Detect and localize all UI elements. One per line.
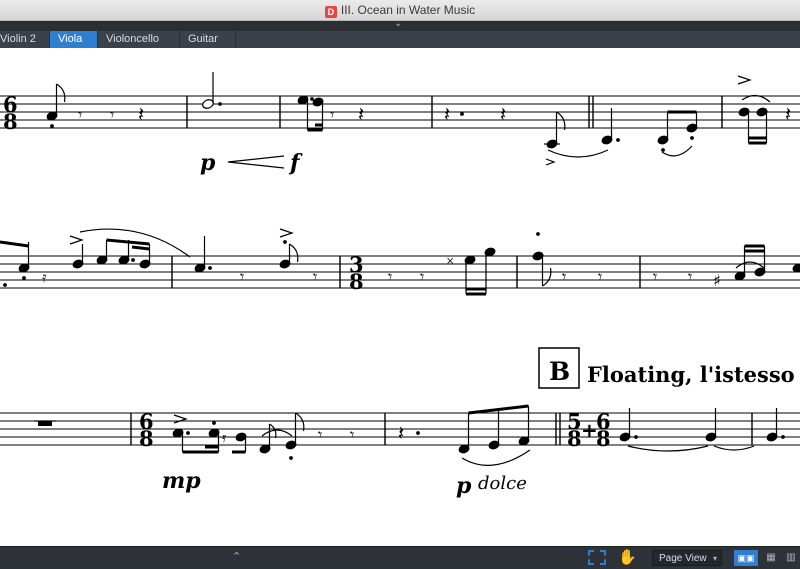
chevron-up-icon[interactable]: ⌃ [232, 550, 241, 563]
time-sig-6-8-bottom: 8 [3, 109, 18, 134]
svg-text:𝄾: 𝄾 [110, 105, 114, 124]
status-bar: ⌃ ✋ Page View ▾ ▣▣ ▦ ▥ [0, 546, 800, 569]
window-title-text: III. Ocean in Water Music [340, 3, 476, 17]
notes-system-2: 𝄿 𝄾 𝄾 𝄾 𝄾 × 𝄾 𝄾 𝄾 𝄾 ♯ [0, 228, 800, 296]
page-arrangement-single-icon[interactable]: ▥ [784, 550, 798, 566]
svg-text:𝄽: 𝄽 [138, 102, 144, 126]
svg-text:𝄾: 𝄾 [240, 267, 244, 286]
svg-text:𝄾: 𝄾 [688, 267, 692, 286]
svg-text:𝄽: 𝄽 [398, 421, 404, 445]
svg-text:𝄿: 𝄿 [42, 268, 47, 286]
chevron-down-icon[interactable]: ⌄ [394, 18, 402, 29]
barlines [130, 96, 753, 445]
tab-viola[interactable]: Viola [50, 31, 98, 48]
page-arrangement-grid-icon[interactable]: ▦ [764, 550, 778, 566]
hand-tool-icon[interactable]: ✋ [618, 548, 637, 566]
dynamic-mp: mp [162, 468, 201, 494]
view-mode-select[interactable]: Page View ▾ [652, 550, 722, 566]
svg-text:𝄾: 𝄾 [653, 267, 657, 286]
toolbar-collapse-strip[interactable]: ⌄ [0, 18, 800, 31]
chevron-down-icon: ▾ [712, 554, 717, 563]
svg-text:𝄾: 𝄾 [388, 267, 392, 286]
svg-text:♯: ♯ [713, 271, 721, 290]
time-sig-6-8-bottom: 8 [596, 426, 611, 451]
svg-text:𝄽: 𝄽 [444, 102, 450, 126]
music-notation-canvas: 6 8 3 8 6 8 5 8 + 6 8 𝄾 𝄾 𝄽 𝄾 𝄽 𝄽 𝄽 𝄽 𝄿 … [0, 72, 800, 499]
view-mode-label: Page View [659, 553, 707, 564]
notes-system-1: 𝄾 𝄾 𝄽 𝄾 𝄽 𝄽 𝄽 𝄽 [46, 72, 791, 166]
crescendo-hairpin [227, 155, 285, 169]
time-sig-6-8-bottom: 8 [139, 426, 154, 451]
svg-text:𝄽: 𝄽 [500, 102, 506, 126]
svg-text:𝄽: 𝄽 [785, 102, 791, 126]
svg-text:×: × [446, 256, 454, 267]
svg-text:𝄽: 𝄽 [358, 102, 364, 126]
svg-text:𝄾: 𝄾 [562, 267, 566, 286]
expression-dolce: dolce [478, 473, 527, 494]
time-sig-5-8-bottom: 8 [567, 426, 582, 451]
svg-text:𝄾: 𝄾 [598, 267, 602, 286]
window-title: D III. Ocean in Water Music [0, 3, 800, 18]
tab-violoncello[interactable]: Violoncello [98, 31, 180, 48]
tab-violin-2[interactable]: Violin 2 [0, 31, 50, 48]
svg-text:𝄾: 𝄾 [313, 267, 317, 286]
svg-text:𝄾: 𝄾 [420, 267, 424, 286]
score-view[interactable]: 6 8 3 8 6 8 5 8 + 6 8 𝄾 𝄾 𝄽 𝄾 𝄽 𝄽 𝄽 𝄽 𝄿 … [0, 48, 800, 546]
svg-text:𝄿: 𝄿 [222, 430, 227, 446]
dynamic-p: p [456, 473, 472, 499]
dorico-app-icon: D [324, 6, 337, 18]
rehearsal-mark-letter: B [549, 357, 570, 386]
rehearsal-mark-b: B [538, 347, 580, 389]
dynamic-f: f [288, 150, 303, 176]
svg-text:𝄾: 𝄾 [318, 425, 322, 444]
svg-text:𝄾: 𝄾 [330, 105, 334, 124]
tempo-marking: Floating, l'istesso t [587, 362, 800, 387]
marquee-select-tool-icon[interactable] [588, 550, 606, 565]
time-sig-3-8-bottom: 8 [349, 269, 364, 294]
svg-text:𝄾: 𝄾 [350, 425, 354, 444]
dynamic-p: p [200, 150, 216, 176]
svg-text:𝄾: 𝄾 [78, 105, 82, 124]
page-arrangement-horizontal-icon[interactable]: ▣▣ [734, 550, 758, 566]
layout-tab-bar: Violin 2 Viola Violoncello Guitar [0, 31, 800, 49]
tab-guitar[interactable]: Guitar [180, 31, 236, 48]
